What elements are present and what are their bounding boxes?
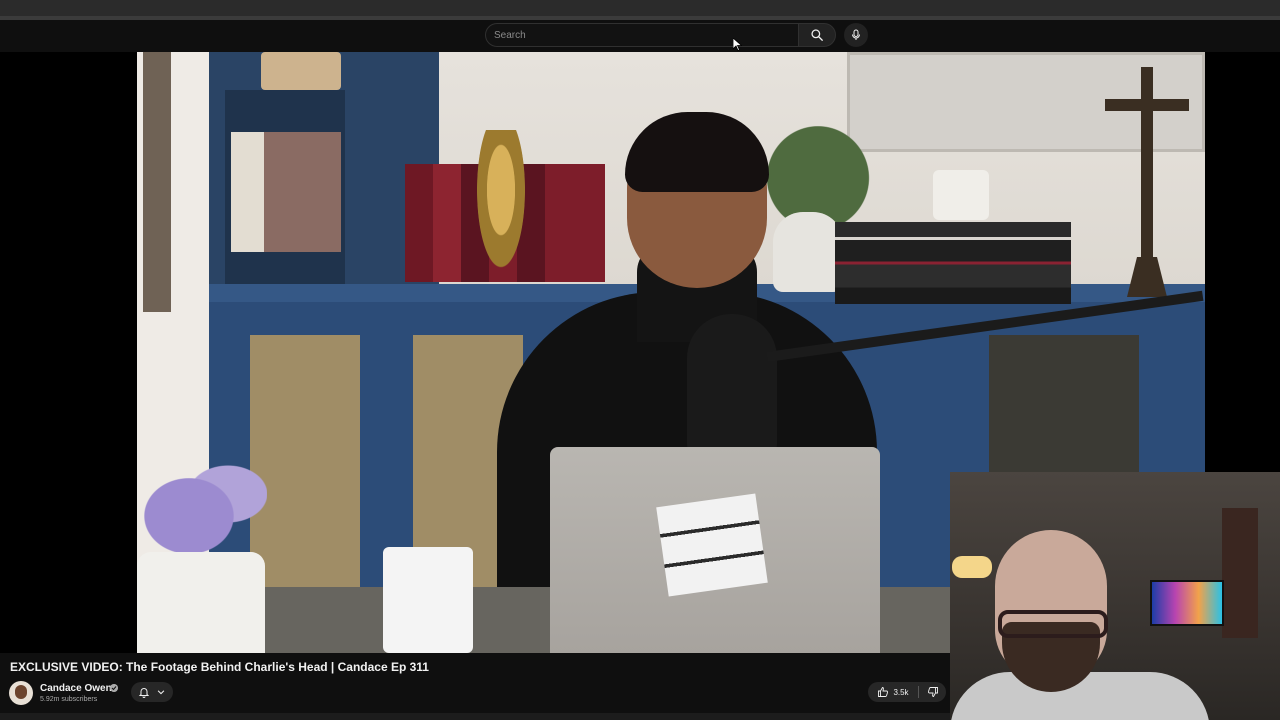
verified-icon bbox=[110, 684, 118, 692]
masthead bbox=[0, 20, 1280, 52]
browser-top-strip bbox=[0, 0, 1280, 16]
voice-search-button[interactable] bbox=[844, 23, 868, 47]
scene-pot bbox=[137, 552, 265, 653]
scene-vase bbox=[773, 212, 843, 292]
scene-microphone bbox=[687, 314, 777, 454]
like-button[interactable]: 3.5k bbox=[868, 682, 918, 702]
scene-book-stack bbox=[835, 222, 1071, 304]
mic-icon bbox=[852, 29, 860, 40]
scene-mug bbox=[383, 547, 473, 653]
scene-candle bbox=[933, 170, 989, 220]
bottom-scroll-strip bbox=[0, 713, 950, 720]
scene-laptop-sticker bbox=[656, 493, 768, 597]
webcam-lamp bbox=[952, 556, 992, 578]
subscriber-count: 5.92m subscribers bbox=[40, 696, 98, 703]
chevron-down-icon bbox=[158, 690, 165, 695]
scene-lavender bbox=[137, 450, 267, 560]
webcam-overlay bbox=[950, 472, 1280, 720]
bell-icon bbox=[138, 688, 149, 698]
like-count: 3.5k bbox=[893, 687, 909, 697]
webcam-glasses bbox=[998, 610, 1108, 638]
scene-plant bbox=[753, 112, 883, 222]
scene-left-panel bbox=[143, 52, 171, 312]
video-info: EXCLUSIVE VIDEO: The Footage Behind Char… bbox=[0, 653, 950, 720]
crucifix-icon bbox=[1105, 67, 1189, 297]
scene-jar bbox=[261, 52, 341, 90]
avatar-face bbox=[15, 685, 27, 699]
channel-avatar[interactable] bbox=[9, 681, 33, 705]
thumbs-up-icon bbox=[878, 687, 889, 697]
thumbs-down-icon bbox=[927, 687, 938, 697]
subscribed-notifications-button[interactable] bbox=[131, 682, 173, 702]
video-title: EXCLUSIVE VIDEO: The Footage Behind Char… bbox=[10, 660, 429, 674]
like-divider bbox=[918, 686, 919, 698]
like-dislike-pill: 3.5k bbox=[868, 682, 946, 702]
dislike-button[interactable] bbox=[920, 682, 946, 702]
webcam-bookshelf bbox=[1222, 508, 1258, 638]
search-box[interactable] bbox=[485, 23, 798, 47]
scene-books-left bbox=[231, 132, 341, 252]
search-icon bbox=[811, 29, 823, 41]
mouse-cursor-icon bbox=[733, 38, 742, 51]
search-button[interactable] bbox=[798, 23, 836, 47]
scene-gold-reliquary bbox=[473, 130, 529, 280]
webcam-tv bbox=[1150, 580, 1224, 626]
channel-name[interactable]: Candace Owens bbox=[40, 683, 117, 694]
